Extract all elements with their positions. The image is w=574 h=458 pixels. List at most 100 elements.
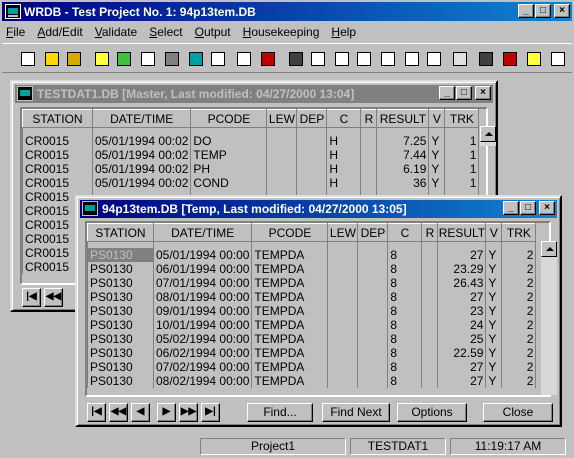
table-cell[interactable]	[421, 261, 439, 276]
table-cell[interactable]	[327, 261, 359, 276]
table-cell[interactable]	[296, 147, 328, 162]
table-cell[interactable]: TEMP	[190, 147, 268, 162]
back-col-header[interactable]: C	[326, 109, 362, 128]
94p13tem-title-bar[interactable]: 94p13tem.DB [Temp, Last modified: 04/27/…	[80, 200, 557, 218]
table-cell[interactable]: 10/01/1994 00:00	[152, 317, 253, 332]
94p13tem-close-button[interactable]: ×	[539, 201, 555, 215]
table-row[interactable]: PS0130 10/01/1994 00:00 TEMPDA 8 24 Y 2	[87, 317, 537, 332]
testdat1-first-button[interactable]: |◀	[22, 288, 41, 307]
table-cell[interactable]: Y	[485, 303, 503, 318]
db-icon[interactable]	[258, 49, 278, 69]
table-cell[interactable]: Y	[485, 331, 503, 346]
title-bar[interactable]: WRDB - Test Project No. 1: 94p13tem.DB _…	[2, 2, 572, 21]
db-window-icon[interactable]	[82, 201, 98, 216]
folder-green-icon[interactable]	[114, 49, 134, 69]
table-cell[interactable]: COND	[190, 175, 268, 190]
calculator-icon[interactable]	[186, 49, 206, 69]
find-next-button[interactable]: Find Next	[322, 403, 390, 422]
table-cell[interactable]: 7.44	[376, 147, 430, 162]
table-cell[interactable]: 25	[437, 331, 487, 346]
table-cell[interactable]: PS0130	[87, 317, 154, 332]
stack-icon[interactable]	[234, 49, 254, 69]
table-cell[interactable]	[357, 317, 389, 332]
first-record-button[interactable]: |◀	[87, 403, 106, 422]
table-cell[interactable]: CR0015	[22, 161, 93, 176]
front-col-header[interactable]: PCODE	[251, 223, 329, 242]
testdat1-title-bar[interactable]: TESTDAT1.DB [Master, Last modified: 04/2…	[15, 85, 493, 103]
testdat1-close-button[interactable]: ×	[475, 86, 491, 100]
table-cell[interactable]: TEMPDA	[251, 247, 329, 262]
table-cell[interactable]: PH	[190, 161, 268, 176]
table-cell[interactable]	[357, 359, 389, 374]
table-cell[interactable]	[296, 161, 328, 176]
table-row[interactable]: PS0130 05/02/1994 00:00 TEMPDA 8 25 Y 2	[87, 331, 537, 346]
table-cell[interactable]	[327, 289, 359, 304]
table-cell[interactable]: 8	[387, 373, 423, 388]
menu-select[interactable]: Select	[149, 25, 182, 39]
open-folder-icon[interactable]	[64, 49, 84, 69]
next-page-button[interactable]: ▶▶	[179, 403, 198, 422]
minimize-button[interactable]: _	[518, 4, 534, 18]
table-cell[interactable]: CR0015	[22, 133, 93, 148]
table-cell[interactable]: 1	[444, 161, 480, 176]
table-cell[interactable]: 26.43	[437, 275, 487, 290]
save-icon[interactable]	[476, 49, 496, 69]
table-cell[interactable]	[327, 303, 359, 318]
line-chart-red-icon[interactable]	[424, 49, 444, 69]
back-col-header[interactable]: V	[428, 109, 446, 128]
table-row[interactable]: PS0130 06/02/1994 00:00 TEMPDA 8 22.59 Y 2	[87, 345, 537, 360]
db-window-icon[interactable]	[17, 86, 33, 101]
94p13tem-minimize-button[interactable]: _	[503, 201, 519, 215]
menu-add-edit[interactable]: Add/Edit	[37, 25, 82, 39]
table-cell[interactable]	[357, 345, 389, 360]
table-cell[interactable]: H	[326, 161, 362, 176]
table-cell[interactable]: 2	[501, 275, 537, 290]
table-cell[interactable]: 2	[501, 359, 537, 374]
table-cell[interactable]: 24	[437, 317, 487, 332]
table-row[interactable]: PS0130 08/01/1994 00:00 TEMPDA 8 27 Y 2	[87, 289, 537, 304]
table-cell[interactable]: 23.29	[437, 261, 487, 276]
table-icon[interactable]	[208, 49, 228, 69]
table-cell[interactable]: TEMPDA	[251, 373, 329, 388]
table-cell[interactable]: 05/01/1994 00:02	[91, 175, 192, 190]
table-cell[interactable]: TEMPDA	[251, 345, 329, 360]
table-cell[interactable]: 27	[437, 247, 487, 262]
table-cell[interactable]	[360, 133, 378, 148]
table-cell[interactable]: PS0130	[87, 373, 154, 388]
back-col-header[interactable]: RESULT	[376, 109, 430, 128]
table-cell[interactable]: 05/01/1994 00:02	[91, 161, 192, 176]
table-cell[interactable]	[327, 247, 359, 262]
prev-page-button[interactable]: ◀◀	[109, 403, 128, 422]
front-col-header[interactable]: C	[387, 223, 423, 242]
table-cell[interactable]: 8	[387, 289, 423, 304]
table-cell[interactable]: Y	[428, 133, 446, 148]
table-cell[interactable]: 2	[501, 345, 537, 360]
draw-icon[interactable]	[548, 49, 568, 69]
table-cell[interactable]	[421, 247, 439, 262]
table-cell[interactable]: PS0130	[87, 261, 154, 276]
table-cell[interactable]: 2	[501, 247, 537, 262]
table-cell[interactable]	[421, 359, 439, 374]
table-cell[interactable]: 2	[501, 317, 537, 332]
table-cell[interactable]	[421, 331, 439, 346]
table-row[interactable]: CR0015 05/01/1994 00:02 DO H 7.25 Y 1	[22, 133, 480, 148]
table-cell[interactable]: 7.25	[376, 133, 430, 148]
table-cell[interactable]	[266, 133, 298, 148]
table-cell[interactable]: 07/02/1994 00:00	[152, 359, 253, 374]
table-cell[interactable]: Y	[485, 317, 503, 332]
table-cell[interactable]	[327, 373, 359, 388]
back-col-header[interactable]: R	[360, 109, 378, 128]
table-cell[interactable]	[327, 345, 359, 360]
spreadsheet-icon[interactable]	[378, 49, 398, 69]
back-col-header[interactable]: DEP	[296, 109, 328, 128]
table-cell[interactable]: PS0130	[87, 303, 154, 318]
table-cell[interactable]: 22.59	[437, 345, 487, 360]
table-cell[interactable]: 05/01/1994 00:02	[91, 147, 192, 162]
table-cell[interactable]: Y	[428, 175, 446, 190]
table-cell[interactable]	[360, 161, 378, 176]
copy-icon[interactable]	[354, 49, 374, 69]
table-row[interactable]: CR0015 05/01/1994 00:02 COND H 36 Y 1	[22, 175, 480, 190]
table-cell[interactable]	[357, 303, 389, 318]
table-cell[interactable]: PS0130	[87, 345, 154, 360]
table-cell[interactable]: TEMPDA	[251, 289, 329, 304]
